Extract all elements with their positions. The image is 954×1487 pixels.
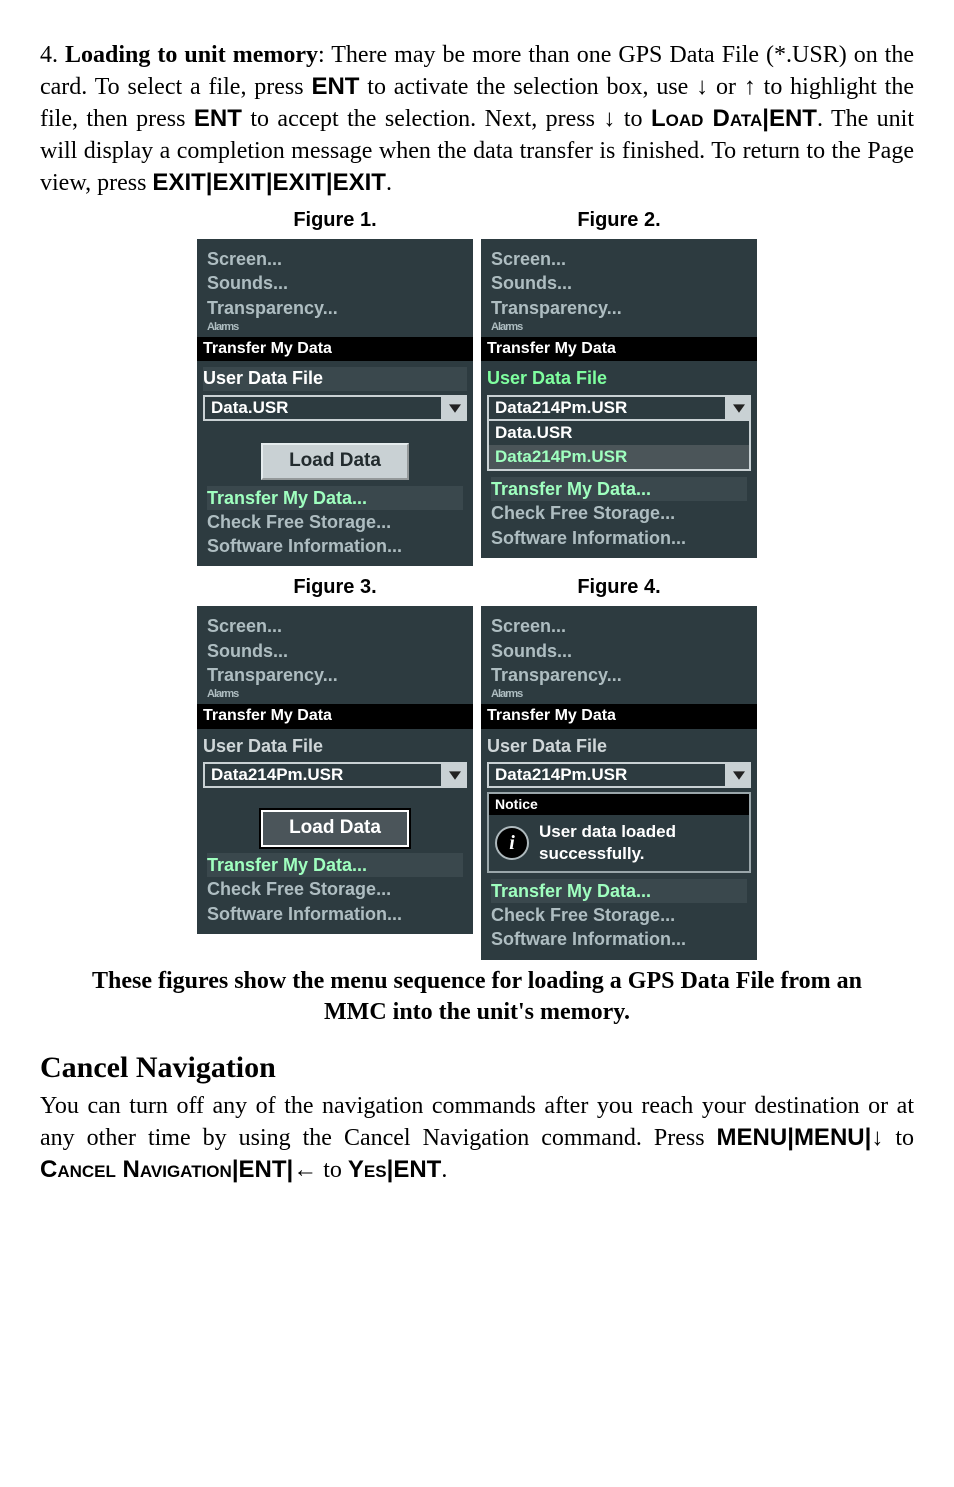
figure-1-label: Figure 1.	[293, 207, 376, 233]
menu-item-check-free-storage[interactable]: Check Free Storage...	[491, 501, 747, 525]
cancel-navigation-paragraph: You can turn off any of the navigation c…	[40, 1091, 914, 1187]
key-ent: ENT	[769, 105, 817, 132]
menu-item-screen[interactable]: Screen...	[491, 614, 747, 638]
key-ent: ENT	[239, 1156, 287, 1183]
user-data-file-label: User Data File	[487, 367, 751, 390]
figure-1: Figure 1. Screen... Sounds... Transparen…	[197, 207, 473, 567]
select-value: Data214Pm.USR	[203, 762, 443, 788]
key-exit: EXIT	[273, 169, 326, 196]
select-value: Data214Pm.USR	[487, 762, 727, 788]
load-data-button[interactable]: Load Data	[261, 443, 409, 480]
chevron-down-icon[interactable]	[727, 762, 751, 788]
dropdown-option[interactable]: Data.USR	[489, 421, 749, 445]
figures-row-1: Figure 1. Screen... Sounds... Transparen…	[40, 207, 914, 567]
user-data-file-select[interactable]: Data214Pm.USR	[487, 395, 751, 421]
menu-item-transparency[interactable]: Transparency...	[491, 663, 747, 687]
menu-item-alarms-cutoff: Alarms	[207, 320, 463, 335]
menu-item-sounds[interactable]: Sounds...	[207, 639, 463, 663]
menu-item-check-free-storage[interactable]: Check Free Storage...	[491, 903, 747, 927]
arrow-down-icon: ↓	[603, 105, 615, 132]
menu-item-sounds[interactable]: Sounds...	[491, 639, 747, 663]
menu-item-screen[interactable]: Screen...	[207, 247, 463, 271]
notice-dialog: Notice i User data loaded successfully.	[487, 792, 751, 872]
step-title: Loading to unit memory	[65, 42, 318, 68]
dialog-title-bar: Transfer My Data	[197, 337, 473, 362]
menu-item-transparency[interactable]: Transparency...	[491, 296, 747, 320]
figure-4-panel: Screen... Sounds... Transparency... Alar…	[481, 606, 757, 959]
menu-item-transparency[interactable]: Transparency...	[207, 663, 463, 687]
yes-command: Yes	[348, 1156, 387, 1183]
menu-item-sounds[interactable]: Sounds...	[207, 271, 463, 295]
select-value: Data214Pm.USR	[487, 395, 727, 421]
user-data-file-select[interactable]: Data.USR	[203, 395, 467, 421]
figure-4: Figure 4. Screen... Sounds... Transparen…	[481, 574, 757, 959]
arrow-down-icon: ↓	[696, 73, 708, 100]
menu-item-screen[interactable]: Screen...	[491, 247, 747, 271]
menu-item-sounds[interactable]: Sounds...	[491, 271, 747, 295]
chevron-down-icon[interactable]	[443, 395, 467, 421]
select-value: Data.USR	[203, 395, 443, 421]
menu-item-alarms-cutoff: Alarms	[491, 687, 747, 702]
figure-2-label: Figure 2.	[577, 207, 660, 233]
arrow-left-icon: ←	[293, 1156, 317, 1183]
figure-2-panel: Screen... Sounds... Transparency... Alar…	[481, 239, 757, 558]
notice-title: Notice	[489, 794, 749, 814]
menu-item-screen[interactable]: Screen...	[207, 614, 463, 638]
user-data-file-label: User Data File	[203, 367, 467, 390]
menu-item-transfer-my-data[interactable]: Transfer My Data...	[491, 477, 747, 501]
user-data-file-select[interactable]: Data214Pm.USR	[487, 762, 751, 788]
load-data-command: Load Data	[651, 105, 762, 132]
figures-caption: These figures show the menu sequence for…	[67, 966, 887, 1028]
menu-item-transparency[interactable]: Transparency...	[207, 296, 463, 320]
menu-item-transfer-my-data[interactable]: Transfer My Data...	[491, 879, 747, 903]
menu-item-transfer-my-data[interactable]: Transfer My Data...	[207, 486, 463, 510]
user-data-file-select[interactable]: Data214Pm.USR	[203, 762, 467, 788]
menu-item-check-free-storage[interactable]: Check Free Storage...	[207, 877, 463, 901]
dropdown-option-selected[interactable]: Data214Pm.USR	[489, 445, 749, 469]
key-ent: ENT	[311, 73, 359, 100]
key-exit: EXIT	[152, 169, 205, 196]
notice-message: User data loaded successfully.	[539, 821, 676, 865]
step-4-paragraph: 4. Loading to unit memory: There may be …	[40, 40, 914, 199]
figure-1-panel: Screen... Sounds... Transparency... Alar…	[197, 239, 473, 567]
user-data-file-label: User Data File	[487, 735, 751, 758]
figure-3: Figure 3. Screen... Sounds... Transparen…	[197, 574, 473, 959]
menu-item-transfer-my-data[interactable]: Transfer My Data...	[207, 853, 463, 877]
menu-item-software-information[interactable]: Software Information...	[207, 902, 463, 926]
step-number: 4.	[40, 42, 65, 68]
menu-item-software-information[interactable]: Software Information...	[491, 927, 747, 951]
figure-3-panel: Screen... Sounds... Transparency... Alar…	[197, 606, 473, 934]
menu-item-software-information[interactable]: Software Information...	[491, 526, 747, 550]
key-menu: MENU	[717, 1124, 788, 1151]
dialog-title-bar: Transfer My Data	[481, 337, 757, 362]
key-ent: ENT	[393, 1156, 441, 1183]
section-heading-cancel-navigation: Cancel Navigation	[40, 1048, 914, 1087]
figure-2: Figure 2. Screen... Sounds... Transparen…	[481, 207, 757, 567]
info-icon: i	[495, 826, 529, 860]
user-data-file-label: User Data File	[203, 735, 467, 758]
dropdown-list[interactable]: Data.USR Data214Pm.USR	[487, 421, 751, 471]
figure-3-label: Figure 3.	[293, 574, 376, 600]
chevron-down-icon[interactable]	[443, 762, 467, 788]
menu-item-check-free-storage[interactable]: Check Free Storage...	[207, 510, 463, 534]
menu-top: Screen... Sounds... Transparency... Alar…	[197, 241, 473, 335]
cancel-navigation-command: Cancel Navigation	[40, 1156, 232, 1183]
menu-item-alarms-cutoff: Alarms	[491, 320, 747, 335]
dialog-title-bar: Transfer My Data	[481, 704, 757, 729]
dialog-title-bar: Transfer My Data	[197, 704, 473, 729]
key-exit: EXIT	[212, 169, 265, 196]
arrow-down-icon: ↓	[871, 1124, 883, 1151]
figure-4-label: Figure 4.	[577, 574, 660, 600]
key-ent: ENT	[194, 105, 242, 132]
menu-item-alarms-cutoff: Alarms	[207, 687, 463, 702]
arrow-up-icon: ↑	[744, 73, 756, 100]
menu-bottom: Transfer My Data... Check Free Storage..…	[197, 486, 473, 565]
chevron-down-icon[interactable]	[727, 395, 751, 421]
load-data-button[interactable]: Load Data	[261, 810, 409, 847]
key-menu: MENU	[794, 1124, 865, 1151]
menu-item-software-information[interactable]: Software Information...	[207, 534, 463, 558]
key-exit: EXIT	[333, 169, 386, 196]
figures-row-2: Figure 3. Screen... Sounds... Transparen…	[40, 574, 914, 959]
